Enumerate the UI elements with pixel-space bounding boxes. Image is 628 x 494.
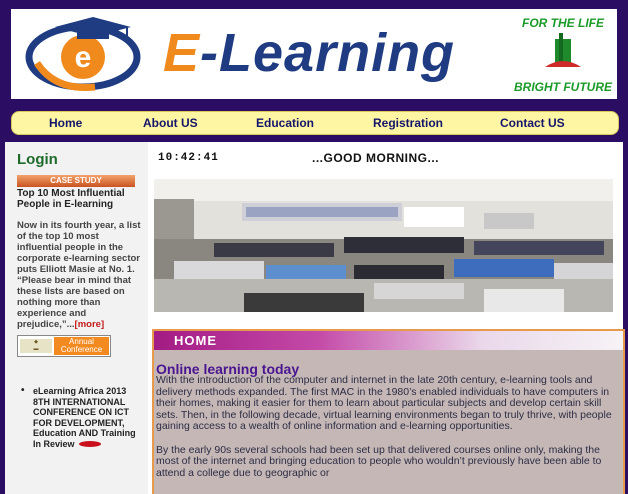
conference-logo-icon: ◆ ▬ [20,339,52,353]
content-area: Login CASE STUDY Top 10 Most Influential… [5,142,625,494]
badge-top-text: FOR THE LIFE [522,16,605,30]
news-item[interactable]: • eLearning Africa 2013 8TH INTERNATIONA… [21,385,145,449]
nav-contact-us[interactable]: Contact US [500,116,565,130]
main-nav: Home About US Education Registration Con… [11,111,619,135]
news-list: • eLearning Africa 2013 8TH INTERNATIONA… [21,385,145,449]
login-heading[interactable]: Login [17,151,58,168]
red-oval-icon [79,441,102,448]
article-paragraph: With the introduction of the computer an… [156,374,612,433]
site-header: e E-Learning FOR THE LIFE BRIGHT FUTURE [11,9,617,99]
nav-education[interactable]: Education [256,116,314,130]
more-link[interactable]: [more] [75,319,105,330]
case-study-title[interactable]: Top 10 Most Influential People in E-lear… [17,188,145,210]
badge-bottom-text: BRIGHT FUTURE [514,80,613,94]
site-title-e: E [163,23,201,83]
conference-label: Annual Conference [54,337,109,355]
nav-about-us[interactable]: About US [143,116,198,130]
bullet-icon: • [21,385,25,396]
classroom-photo [154,179,613,312]
article-body: With the introduction of the computer an… [156,374,616,491]
page-frame: e E-Learning FOR THE LIFE BRIGHT FUTURE … [0,0,628,494]
case-study-text: Now in its fourth year, a list of the to… [17,220,141,330]
annual-conference-banner[interactable]: ◆ ▬ Annual Conference [17,335,111,357]
site-title-rest: -Learning [200,23,456,83]
site-title: E-Learning [163,23,455,83]
case-study-banner: CASE STUDY [17,175,135,187]
clock: 10:42:41 [158,152,219,164]
open-book-tree-icon [545,33,581,67]
news-item-text[interactable]: eLearning Africa 2013 8TH INTERNATIONAL … [33,386,136,449]
home-section-title: HOME [174,333,217,348]
bright-future-badge: FOR THE LIFE BRIGHT FUTURE [514,16,613,94]
conference-line2: Conference [60,345,103,354]
nav-registration[interactable]: Registration [373,116,443,130]
greeting: ...GOOD MORNING... [312,151,440,165]
home-section-header: HOME [154,331,623,350]
nav-home[interactable]: Home [49,116,82,130]
article-paragraph: By the early 90s several schools had bee… [156,443,602,479]
logo-letter: e [75,41,92,74]
graduation-cap-logo-icon[interactable]: e [15,13,155,95]
home-section: HOME Online learning today With the intr… [152,329,625,494]
case-study-body: Now in its fourth year, a list of the to… [17,220,145,330]
sidebar: Login CASE STUDY Top 10 Most Influential… [5,142,148,494]
